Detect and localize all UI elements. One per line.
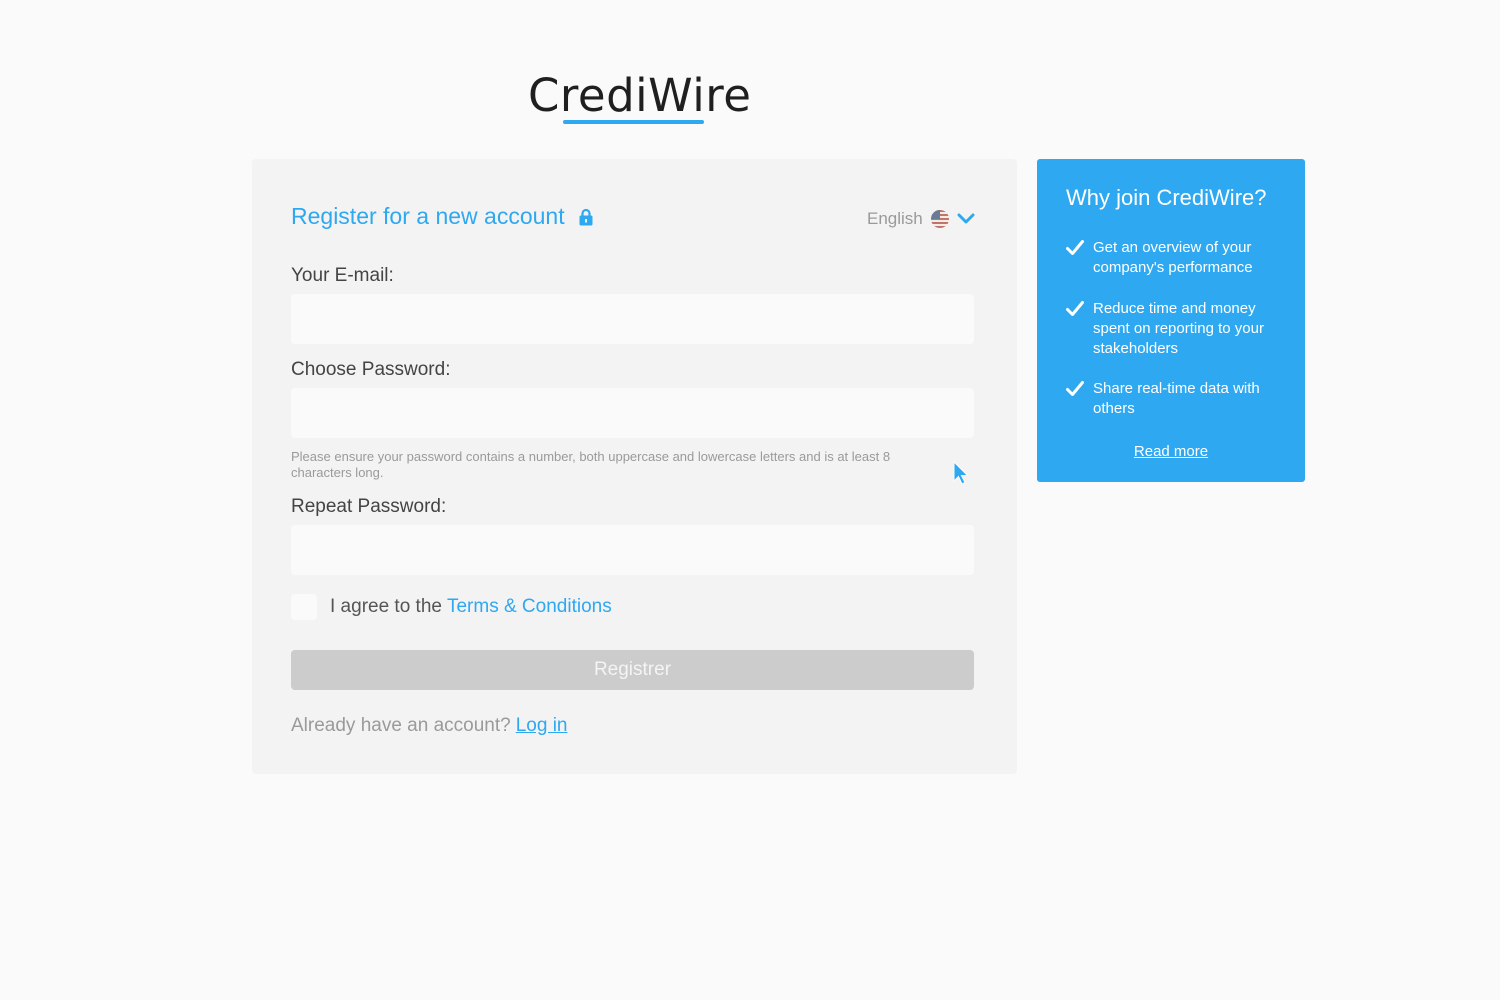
- password-label: Choose Password:: [291, 359, 451, 380]
- read-more-link[interactable]: Read more: [1037, 443, 1305, 460]
- logo-text: CrediWire: [528, 69, 752, 122]
- benefit-item: Reduce time and money spent on reporting…: [1066, 299, 1286, 359]
- logo: CrediWire: [528, 68, 752, 128]
- password-field[interactable]: [291, 388, 974, 438]
- login-prompt: Already have an account?: [291, 715, 511, 736]
- info-card: Why join CrediWire? Get an overview of y…: [1037, 159, 1305, 482]
- benefit-text: Share real-time data with others: [1093, 380, 1260, 417]
- register-card: Register for a new account English Your …: [252, 159, 1017, 774]
- check-icon: [1066, 301, 1084, 316]
- login-link[interactable]: Log in: [516, 715, 568, 736]
- email-field[interactable]: [291, 294, 974, 344]
- lock-icon: [579, 208, 593, 226]
- chevron-down-icon: [957, 213, 975, 224]
- terms-agreement: I agree to the Terms & Conditions: [291, 594, 612, 620]
- logo-underline: [563, 120, 704, 124]
- benefit-text: Reduce time and money spent on reporting…: [1093, 300, 1264, 357]
- password-hint: Please ensure your password contains a n…: [291, 449, 891, 480]
- language-label: English: [867, 209, 923, 228]
- benefit-item: Share real-time data with others: [1066, 379, 1286, 419]
- benefit-item: Get an overview of your company's perfor…: [1066, 238, 1286, 278]
- page: CrediWire Register for a new account Eng…: [0, 0, 1500, 1000]
- us-flag-icon: [930, 210, 949, 228]
- form-title: Register for a new account: [291, 203, 565, 229]
- benefit-text: Get an overview of your company's perfor…: [1093, 239, 1253, 276]
- register-button[interactable]: Registrer: [291, 650, 974, 690]
- login-row: Already have an account? Log in: [291, 715, 568, 737]
- repeat-password-field[interactable]: [291, 525, 974, 575]
- info-title: Why join CrediWire?: [1066, 185, 1267, 210]
- language-selector[interactable]: English: [867, 209, 975, 229]
- check-icon: [1066, 381, 1084, 396]
- terms-link[interactable]: Terms & Conditions: [447, 596, 612, 618]
- terms-checkbox[interactable]: [291, 594, 317, 620]
- agree-text: I agree to the: [330, 596, 442, 617]
- mouse-cursor-icon: [953, 461, 969, 485]
- check-icon: [1066, 240, 1084, 255]
- email-label: Your E-mail:: [291, 265, 394, 286]
- repeat-password-label: Repeat Password:: [291, 496, 447, 517]
